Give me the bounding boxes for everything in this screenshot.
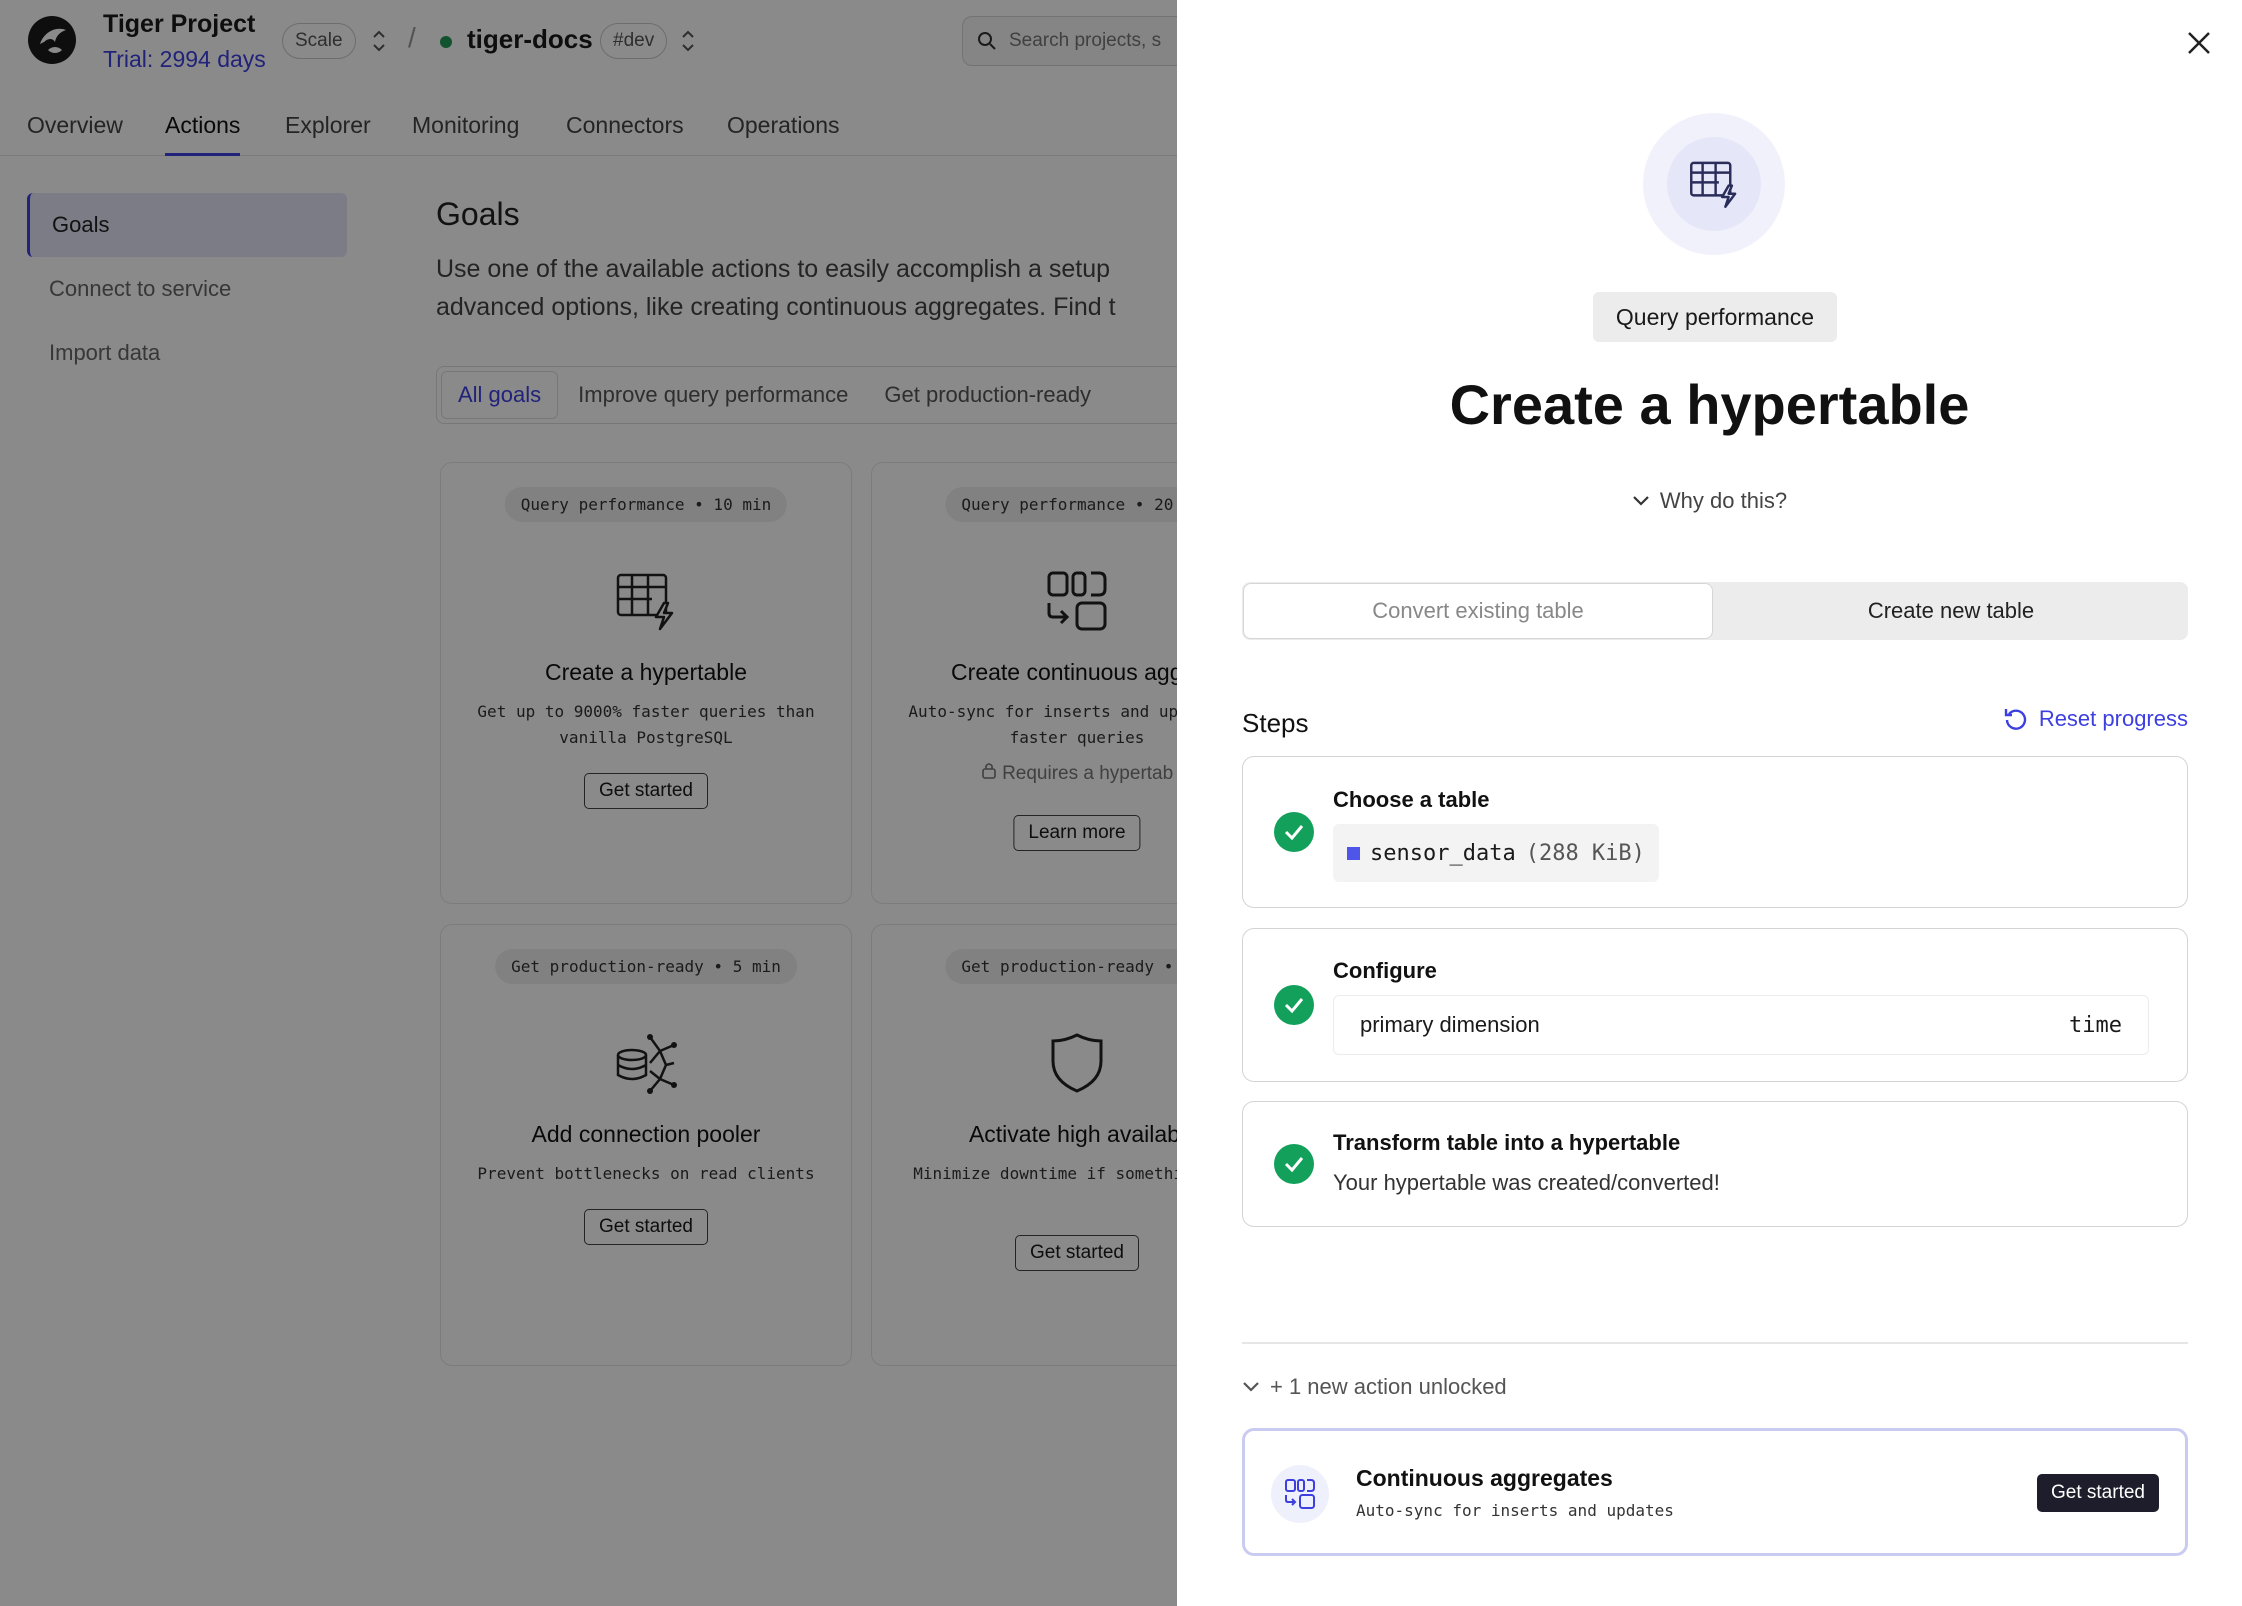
steps-heading: Steps — [1242, 708, 1309, 738]
next-action-description: Auto-sync for inserts and updates — [1356, 1501, 1674, 1520]
modal-backdrop[interactable] — [0, 0, 1177, 1606]
step-title: Choose a table — [1333, 787, 1490, 812]
step-configure: Configure primary dimension time — [1242, 928, 2188, 1082]
next-action-title: Continuous aggregates — [1356, 1465, 1613, 1491]
table-name: sensor_data — [1370, 840, 1516, 866]
check-icon — [1274, 985, 1314, 1025]
step-choose-table: Choose a table sensor_data (288 KiB) — [1242, 756, 2188, 908]
table-size: (288 KiB) — [1525, 840, 1645, 866]
step-transform: Transform table into a hypertable Your h… — [1242, 1101, 2188, 1227]
divider — [1242, 1342, 2188, 1344]
get-started-button[interactable]: Get started — [2037, 1474, 2159, 1512]
close-icon[interactable] — [2184, 28, 2214, 58]
unlocked-toggle[interactable]: + 1 new action unlocked — [1242, 1374, 1507, 1400]
step-title: Configure — [1333, 958, 1437, 983]
field-label: primary dimension — [1360, 1012, 1540, 1037]
hero-icon-badge — [1643, 113, 1785, 255]
next-action-card: Continuous aggregates Auto-sync for inse… — [1242, 1428, 2188, 1556]
check-icon — [1274, 1144, 1314, 1184]
category-tag: Query performance — [1593, 292, 1837, 342]
tab-create-new[interactable]: Create new table — [1714, 582, 2188, 640]
reset-progress-button[interactable]: Reset progress — [2003, 706, 2188, 732]
continuous-aggregates-icon — [1271, 1465, 1329, 1523]
selected-table[interactable]: sensor_data (288 KiB) — [1333, 824, 1659, 882]
field-value: time — [2069, 1012, 2122, 1038]
table-mode-toggle: Convert existing table Create new table — [1242, 582, 2188, 640]
why-label: Why do this? — [1659, 488, 1788, 513]
chevron-down-icon — [1243, 1382, 1259, 1392]
table-color-square — [1347, 846, 1360, 860]
tab-convert-existing[interactable]: Convert existing table — [1243, 583, 1713, 639]
check-icon — [1274, 812, 1314, 852]
chevron-down-icon — [1633, 496, 1649, 506]
unlocked-label: + 1 new action unlocked — [1270, 1374, 1507, 1399]
step-title: Transform table into a hypertable — [1333, 1130, 1681, 1155]
primary-dimension-field[interactable]: primary dimension time — [1333, 995, 2149, 1055]
why-toggle[interactable]: Why do this? — [1177, 488, 2242, 514]
hypertable-icon — [1690, 161, 1737, 208]
step-subtitle: Your hypertable was created/converted! — [1333, 1170, 1720, 1195]
drawer-title: Create a hypertable — [1449, 373, 1970, 436]
reset-label: Reset progress — [2038, 706, 2188, 731]
reset-icon — [2004, 709, 2026, 730]
action-drawer: Query performance Create a hypertable Wh… — [1177, 0, 2242, 1606]
